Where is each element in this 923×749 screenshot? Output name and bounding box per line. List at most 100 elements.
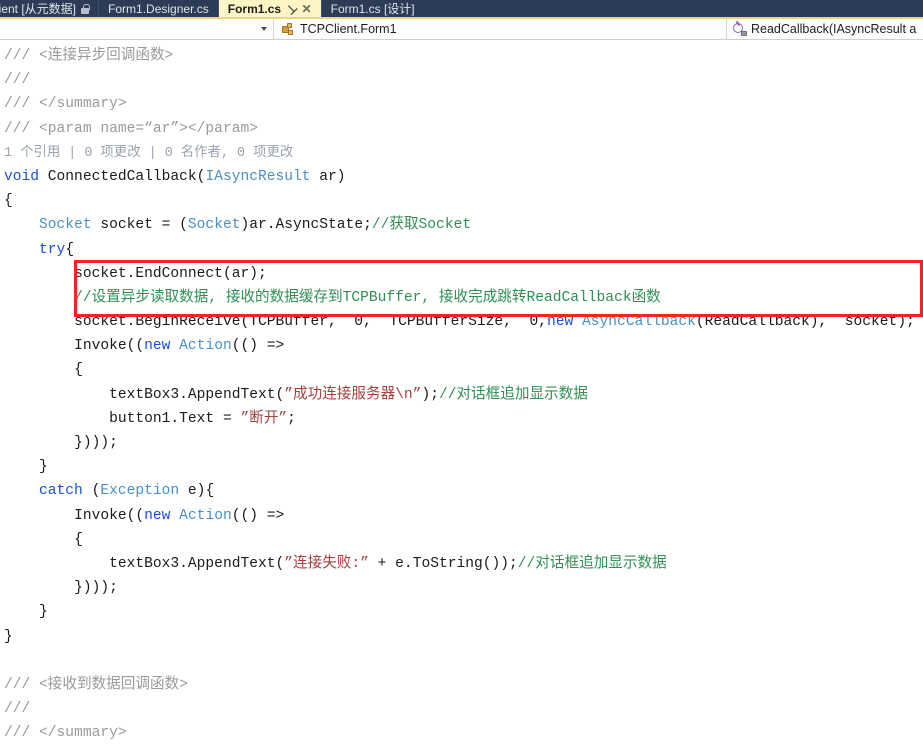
document-tab-label: Form1.cs bbox=[227, 1, 282, 16]
project-dropdown[interactable] bbox=[0, 19, 274, 39]
code-line: { bbox=[4, 528, 915, 552]
code-token: } bbox=[39, 459, 48, 476]
code-token: catch bbox=[39, 483, 83, 500]
code-line: button1.Text = ”断开”; bbox=[4, 407, 915, 431]
code-token: ; bbox=[287, 410, 296, 427]
code-line: void ConnectedCallback(IAsyncResult ar) bbox=[4, 165, 915, 189]
close-icon[interactable]: ✕ bbox=[302, 3, 312, 15]
class-dropdown[interactable]: TCPClient.Form1 bbox=[274, 19, 727, 39]
code-token: //对话框追加显示数据 bbox=[438, 386, 588, 403]
class-dropdown-value: TCPClient.Form1 bbox=[300, 22, 397, 36]
code-token: new bbox=[144, 338, 171, 355]
code-token: IAsyncResult bbox=[205, 168, 311, 185]
code-token: socket = ( bbox=[91, 217, 188, 234]
document-tab[interactable]: lient [从元数据] bbox=[0, 0, 99, 17]
code-token: <连接异步回调函数> bbox=[39, 48, 174, 64]
code-token: Action bbox=[179, 338, 232, 355]
code-token: </summary> bbox=[39, 96, 127, 113]
code-line: /// bbox=[4, 68, 915, 92]
code-token: AsyncCallback bbox=[582, 314, 696, 331]
code-token: { bbox=[74, 531, 83, 548]
member-dropdown-value: ReadCallback(IAsyncResult a bbox=[751, 22, 917, 36]
code-line: /// </summary> bbox=[4, 92, 915, 116]
code-token: (ReadCallback), socket); bbox=[695, 314, 915, 331]
code-token: //设置异步读取数据, 接收的数据缓存到TCPBuffer, 接收完成跳转Rea… bbox=[74, 289, 661, 306]
code-token: try bbox=[39, 241, 66, 258]
document-tab-label: lient [从元数据] bbox=[0, 2, 77, 16]
code-line: socket.EndConnect(ar); bbox=[4, 262, 915, 286]
code-token: /// bbox=[4, 48, 40, 64]
code-line: 1 个引用 | 0 项更改 | 0 名作者, 0 项更改 bbox=[4, 141, 915, 165]
code-token: } bbox=[4, 628, 13, 645]
code-line: /// <param name=“ar”></param> bbox=[4, 117, 915, 141]
visual-studio-editor-window: lient [从元数据] Form1.Designer.cs Form1.cs ⊣ ✕ F… bbox=[0, 0, 923, 749]
code-line: /// <param name=“ar”></param> bbox=[4, 745, 915, 747]
document-tab[interactable]: Form1.cs [设计] bbox=[320, 0, 424, 17]
code-token: ar) bbox=[310, 168, 346, 185]
code-token: /// bbox=[4, 72, 40, 89]
code-line: /// </summary> bbox=[4, 721, 915, 745]
code-token: Invoke(( bbox=[74, 338, 145, 355]
code-token: { bbox=[4, 193, 13, 210]
code-line: /// <接收到数据回调函数> bbox=[4, 673, 915, 697]
code-text[interactable]: /// <连接异步回调函数>/// /// </summary>/// <par… bbox=[0, 40, 915, 747]
code-token: ); bbox=[421, 386, 439, 403]
code-token: }))); bbox=[74, 435, 118, 451]
code-line: } bbox=[4, 600, 915, 624]
code-token: + e.ToString()); bbox=[368, 555, 518, 572]
lock-icon bbox=[81, 3, 90, 14]
code-line: socket.BeginReceive(TCPBuffer, 0, TCPBuf… bbox=[4, 310, 915, 334]
code-line: Invoke((new Action(() => bbox=[4, 334, 915, 358]
code-token: Action bbox=[179, 507, 232, 524]
code-line: Invoke((new Action(() => bbox=[4, 504, 915, 528]
code-line: /// bbox=[4, 697, 915, 721]
code-token: /// bbox=[4, 120, 40, 137]
code-token: ConnectedCallback( bbox=[39, 168, 206, 185]
code-token: /// bbox=[4, 701, 40, 718]
code-token: /// bbox=[4, 676, 40, 693]
document-tab-strip: lient [从元数据] Form1.Designer.cs Form1.cs ⊣ ✕ F… bbox=[0, 0, 923, 19]
code-line: Socket socket = (Socket)ar.AsyncState;//… bbox=[4, 213, 915, 237]
code-token: (() => bbox=[231, 338, 285, 355]
tab-strip-empty-area bbox=[423, 0, 923, 17]
code-editor-surface[interactable]: /// <连接异步回调函数>/// /// </summary>/// <par… bbox=[0, 40, 923, 747]
codelens-text[interactable]: 1 个引用 | 0 项更改 | 0 名作者, 0 项更改 bbox=[4, 146, 293, 161]
code-token: Invoke(( bbox=[74, 507, 145, 524]
code-token: ”连接失败:” bbox=[284, 555, 369, 572]
code-token: (() => bbox=[231, 507, 285, 524]
code-token: button1.Text = bbox=[109, 410, 241, 427]
code-token: socket.BeginReceive(TCPBuffer, 0, TCPBuf… bbox=[74, 314, 547, 331]
code-token: { bbox=[65, 241, 75, 258]
code-token: Socket bbox=[187, 217, 241, 234]
code-token: /// bbox=[4, 96, 40, 113]
class-icon bbox=[281, 22, 295, 36]
code-line: } bbox=[4, 455, 915, 479]
document-tab-label: Form1.Designer.cs bbox=[108, 1, 209, 16]
code-token: { bbox=[74, 362, 83, 379]
pin-icon[interactable]: ⊣ bbox=[283, 0, 300, 17]
code-token: void bbox=[4, 168, 40, 185]
chevron-down-icon bbox=[261, 27, 267, 31]
code-line: /// <连接异步回调函数> bbox=[4, 44, 915, 68]
code-token: ”断开” bbox=[240, 410, 288, 427]
code-line: { bbox=[4, 189, 915, 213]
editor-navigation-bar: TCPClient.Form1 ReadCallback(IAsyncResul… bbox=[0, 19, 923, 40]
code-token: e){ bbox=[179, 483, 215, 500]
code-token: Socket bbox=[39, 217, 92, 234]
code-token: }))); bbox=[74, 580, 118, 597]
code-line: } bbox=[4, 625, 915, 649]
document-tab[interactable]: Form1.cs ⊣ ✕ bbox=[217, 0, 321, 17]
code-token: <接收到数据回调函数> bbox=[39, 676, 188, 693]
method-icon bbox=[733, 22, 747, 36]
member-dropdown[interactable]: ReadCallback(IAsyncResult a bbox=[727, 19, 923, 39]
code-line: { bbox=[4, 358, 915, 382]
code-line: textBox3.AppendText(”成功连接服务器\n”);//对话框追加… bbox=[4, 383, 915, 407]
code-token: new bbox=[144, 507, 171, 524]
code-token: ( bbox=[82, 483, 101, 500]
document-tab[interactable]: Form1.Designer.cs bbox=[98, 0, 218, 17]
code-token: </summary> bbox=[39, 725, 127, 742]
